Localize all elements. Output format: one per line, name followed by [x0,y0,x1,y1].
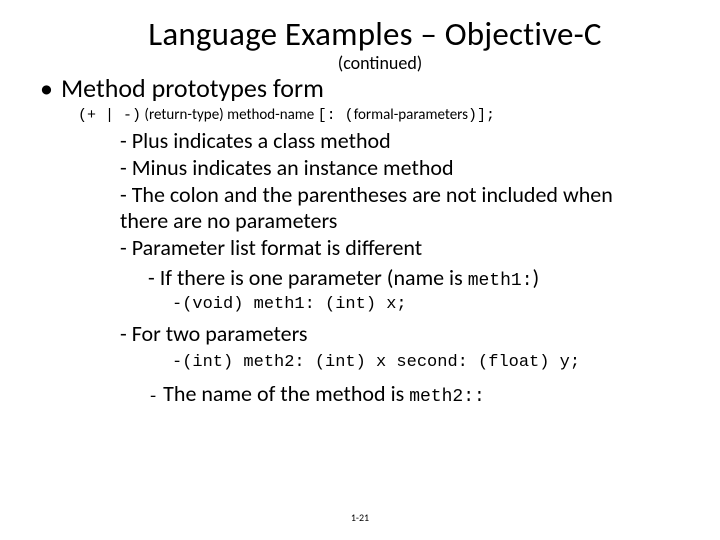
syntax-plusminus: (+ | -) [78,107,141,124]
bullet-level-3: - If there is one parameter (name is met… [148,264,690,291]
bullet-level-2-block: - Plus indicates a class method - Minus … [120,128,660,262]
syntax-bracket-close: )]; [468,107,495,124]
l3-dash: - [148,388,158,407]
l3-text-a: - If there is one parameter (name is [148,264,468,291]
syntax-params: formal-parameters [354,106,468,124]
bullet1-text: Method prototypes form [61,72,324,104]
code-line-2: -(int) meth2: (int) x second: (float) y; [172,353,690,372]
l2-item: - Minus indicates an instance method [120,155,660,182]
slide-subtitle: (continued) [70,52,690,74]
l2-item: - The colon and the parentheses are not … [120,182,660,236]
bullet-level-3: - The name of the method is meth2:: [148,380,690,407]
syntax-line: (+ | -) (return-type) method-name [: (fo… [78,106,690,124]
l3-mono: meth1: [468,271,533,291]
l3-text-c: ) [533,264,540,291]
bullet-level-2: - For two parameters [120,320,690,347]
l3b-text: The name of the method is [158,380,409,407]
bullet-dot: • [40,72,53,104]
l3b-mono: meth2:: [409,387,485,407]
slide: Language Examples – Objective-C (continu… [0,0,720,407]
l2-item: - Plus indicates a class method [120,128,660,155]
page-number: 1-21 [0,511,720,524]
bullet-level-1: •Method prototypes form [40,72,690,104]
syntax-bracket-open: [: ( [318,107,354,124]
slide-title: Language Examples – Objective-C [60,14,690,54]
code-line-1: -(void) meth1: (int) x; [172,295,690,314]
syntax-rettype: (return-type) method-name [144,106,314,124]
l2-item: - Parameter list format is different [120,235,660,262]
